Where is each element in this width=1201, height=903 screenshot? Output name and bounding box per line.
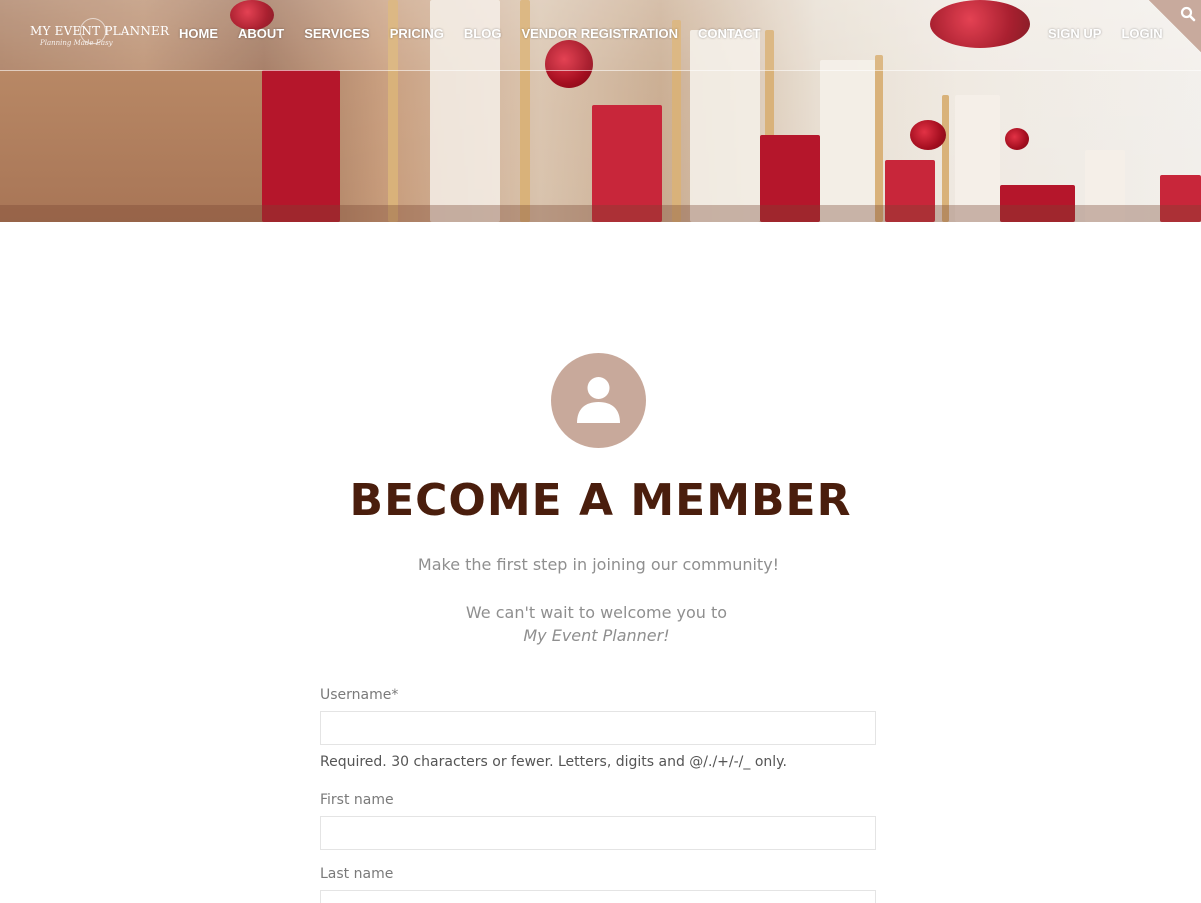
nav-home[interactable]: HOME [179,26,218,41]
hero-flowers [910,120,946,150]
hero-table-left [0,70,270,222]
hero-red-drape [262,70,340,222]
last-name-input[interactable] [320,890,876,903]
nav-about[interactable]: ABOUT [238,26,284,41]
welcome-message: We can't wait to welcome you to My Event… [0,601,1193,647]
nav-pricing[interactable]: PRICING [390,26,444,41]
nav-blog[interactable]: BLOG [464,26,502,41]
main-nav: HOME ABOUT SERVICES PRICING BLOG VENDOR … [179,26,781,41]
logo-name: MY EVENT PLANNER [30,24,170,38]
signup-form: Username* Required. 30 characters or few… [320,685,877,903]
registration-section: BECOME A MEMBER Make the first step in j… [0,222,1201,903]
username-label: Username* [320,687,399,703]
top-navbar: MY EVENT PLANNER Planning Made Easy HOME… [0,0,1201,71]
welcome-brand: My Event Planner! [523,626,670,645]
search-icon [1180,6,1196,22]
nav-contact[interactable]: CONTACT [698,26,761,41]
hero-flowers [1005,128,1029,150]
nav-services[interactable]: SERVICES [304,26,370,41]
first-name-label: First name [320,792,394,808]
sign-up-link[interactable]: SIGN UP [1048,26,1101,41]
hero-chair-frame [875,55,883,222]
user-icon [577,377,620,423]
username-help-text: Required. 30 characters or fewer. Letter… [320,754,787,770]
welcome-line: We can't wait to welcome you to [465,603,728,622]
logo-tagline: Planning Made Easy [40,39,113,47]
page-subtitle: Make the first step in joining our commu… [417,555,780,574]
nav-vendor-registration[interactable]: VENDOR REGISTRATION [521,26,678,41]
first-name-input[interactable] [320,816,876,850]
member-avatar [551,353,646,448]
hero-banner: MY EVENT PLANNER Planning Made Easy HOME… [0,0,1201,222]
page-title: BECOME A MEMBER [349,475,852,526]
hero-chair-frame [942,95,949,222]
username-input[interactable] [320,711,876,745]
last-name-label: Last name [320,866,394,882]
site-logo[interactable]: MY EVENT PLANNER Planning Made Easy [30,18,170,52]
hero-white-drape [820,60,880,222]
search-corner-button[interactable] [1149,0,1201,52]
hero-floor-shadow [0,205,1201,222]
hero-white-drape [955,95,1000,222]
